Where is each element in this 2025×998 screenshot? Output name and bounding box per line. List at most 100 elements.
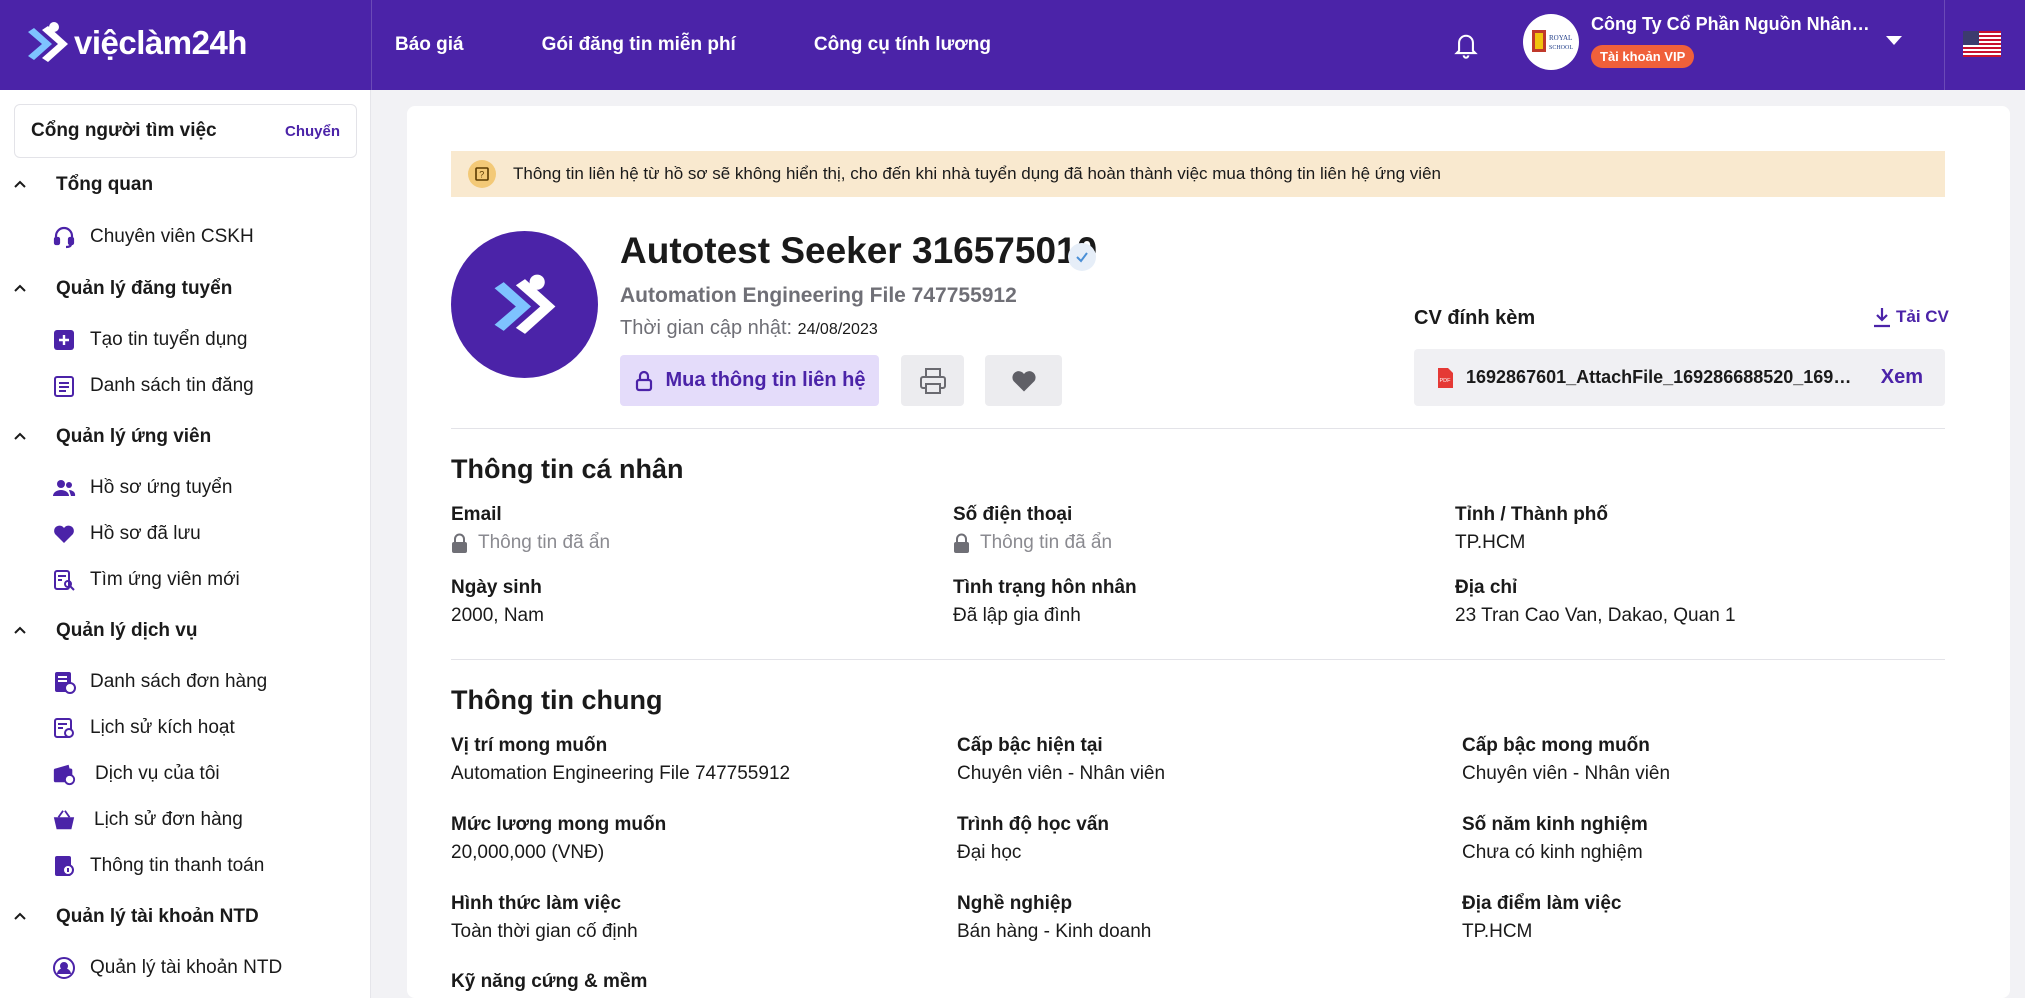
marital-value: Đã lập gia đình — [953, 605, 1081, 626]
sidebar-item-account-management[interactable]: Quản lý tài khoản NTD — [52, 956, 282, 980]
chevron-up-icon — [14, 432, 26, 440]
bell-icon[interactable] — [1452, 30, 1480, 65]
svg-text:?: ? — [479, 170, 484, 180]
field-label: Cấp bậc hiện tại — [957, 735, 1103, 756]
chevron-up-icon — [14, 180, 26, 188]
notice-text: Thông tin liên hệ từ hồ sơ sẽ không hiển… — [513, 164, 1441, 183]
us-flag-icon[interactable] — [1963, 31, 2001, 57]
header-divider — [1944, 0, 1945, 90]
download-cv-button[interactable]: Tải CV — [1872, 306, 1949, 328]
history-icon — [52, 716, 76, 740]
verified-check-icon — [1068, 243, 1096, 271]
company-name[interactable]: Công Ty Cổ Phần Nguồn Nhân Lực Royal — [1591, 14, 1871, 35]
header-divider — [371, 0, 372, 90]
portal-switch-link[interactable]: Chuyển — [285, 123, 340, 140]
field-value: Đại học — [957, 842, 1022, 863]
chevron-down-icon[interactable] — [1886, 36, 1902, 45]
sidebar-item-label: Tạo tin tuyển dụng — [90, 329, 248, 350]
hidden-text: Thông tin đã ẩn — [980, 532, 1113, 553]
sidebar-item-order-history[interactable]: Lịch sử đơn hàng — [52, 808, 243, 832]
sidebar-item-label: Chuyên viên CSKH — [90, 226, 254, 247]
question-icon: ? — [468, 160, 496, 188]
field-label: Hình thức làm việc — [451, 893, 622, 914]
sidebar-section-services[interactable]: Quản lý dịch vụ — [14, 620, 197, 642]
wallet-icon — [52, 762, 76, 786]
top-header: việclàm24h Báo giá Gói đăng tin miễn phí… — [0, 0, 2025, 90]
section-label: Quản lý ứng viên — [56, 426, 212, 447]
sidebar-item-orders[interactable]: Danh sách đơn hàng — [52, 670, 267, 694]
sidebar-item-saved[interactable]: Hồ sơ đã lưu — [52, 522, 201, 546]
hidden-text: Thông tin đã ẩn — [478, 532, 611, 553]
buy-contact-label: Mua thông tin liên hệ — [665, 369, 866, 391]
field-value: Bán hàng - Kinh doanh — [957, 921, 1152, 942]
general-info-title: Thông tin chung — [451, 685, 663, 715]
sidebar-section-candidates[interactable]: Quản lý ứng viên — [14, 426, 211, 448]
view-cv-link[interactable]: Xem — [1881, 366, 1923, 389]
candidate-job-title: Automation Engineering File 747755912 — [620, 284, 1017, 307]
candidate-avatar — [451, 231, 598, 378]
sidebar-item-label: Lịch sử kích hoạt — [90, 717, 235, 738]
skills-label: Kỹ năng cứng & mềm — [451, 971, 648, 992]
address-label: Địa chỉ — [1455, 577, 1518, 598]
lock-icon — [954, 533, 969, 553]
lock-icon — [452, 533, 467, 553]
field-label: Nghề nghiệp — [957, 893, 1073, 914]
nav-free-posting[interactable]: Gói đăng tin miễn phí — [542, 34, 736, 56]
svg-text:SCHOOL: SCHOOL — [1549, 45, 1573, 51]
dob-value: 2000, Nam — [451, 605, 544, 626]
field-value: Chưa có kinh nghiệm — [1462, 842, 1643, 863]
sidebar-item-label: Danh sách đơn hàng — [90, 671, 268, 692]
basket-icon — [52, 808, 76, 832]
chevron-up-icon — [14, 912, 26, 920]
updated-label: Thời gian cập nhật: — [620, 317, 793, 339]
svg-text:ROYAL: ROYAL — [1549, 34, 1572, 42]
field-value: Chuyên viên - Nhân viên — [1462, 763, 1671, 784]
sidebar-item-activation-history[interactable]: Lịch sử kích hoạt — [52, 716, 235, 740]
candidate-name: Autotest Seeker 316575010 — [620, 230, 1098, 271]
field-value: Automation Engineering File 747755912 — [451, 763, 791, 784]
address-value: 23 Tran Cao Van, Dakao, Quan 1 — [1455, 605, 1736, 626]
company-avatar[interactable]: ROYAL SCHOOL — [1523, 14, 1579, 70]
sidebar-item-payment-info[interactable]: Thông tin thanh toán — [52, 854, 264, 878]
portal-label: Cổng người tìm việc — [31, 120, 217, 141]
site-logo[interactable]: việclàm24h — [26, 20, 247, 66]
contact-notice: ? Thông tin liên hệ từ hồ sơ sẽ không hi… — [451, 151, 1945, 197]
sidebar-item-applications[interactable]: Hồ sơ ứng tuyển — [52, 476, 232, 500]
logo-icon — [494, 274, 555, 334]
nav-salary-tool[interactable]: Công cụ tính lương — [814, 34, 991, 56]
cv-attached-label: CV đính kèm — [1414, 307, 1536, 329]
logo-text: việclàm24h — [74, 24, 247, 61]
search-document-icon — [52, 568, 76, 592]
print-button[interactable] — [901, 355, 964, 406]
dob-label: Ngày sinh — [451, 577, 542, 598]
sidebar-item-label: Dịch vụ của tôi — [95, 763, 220, 784]
sidebar-item-create-job[interactable]: Tạo tin tuyển dụng — [52, 328, 247, 352]
field-label: Vị trí mong muốn — [451, 735, 608, 756]
sidebar-item-cs-specialist[interactable]: Chuyên viên CSKH — [52, 225, 254, 249]
sidebar-item-find-candidates[interactable]: Tìm ứng viên mới — [52, 568, 240, 592]
buy-contact-button[interactable]: Mua thông tin liên hệ — [620, 355, 879, 406]
save-candidate-button[interactable] — [985, 355, 1062, 406]
field-label: Mức lương mong muốn — [451, 814, 667, 835]
logo-icon — [28, 22, 68, 62]
sidebar-item-label: Quản lý tài khoản NTD — [90, 957, 283, 978]
download-icon — [1874, 308, 1890, 328]
lock-icon — [635, 370, 652, 391]
section-label: Quản lý đăng tuyển — [56, 278, 233, 299]
sidebar-section-account[interactable]: Quản lý tài khoản NTD — [14, 906, 259, 928]
sidebar-section-posting[interactable]: Quản lý đăng tuyển — [14, 278, 232, 300]
field-label: Cấp bậc mong muốn — [1462, 735, 1650, 756]
chevron-up-icon — [14, 626, 26, 634]
nav-pricing[interactable]: Báo giá — [395, 34, 464, 56]
sidebar-item-my-services[interactable]: Dịch vụ của tôi — [52, 762, 220, 786]
sidebar: Cổng người tìm việc Chuyển Tổng quan Chu… — [0, 90, 371, 998]
email-value: Thông tin đã ẩn — [451, 532, 610, 554]
field-value: Toàn thời gian cố định — [451, 921, 638, 942]
phone-label: Số điện thoại — [953, 504, 1073, 525]
sidebar-section-overview[interactable]: Tổng quan — [14, 174, 153, 196]
pdf-icon: PDF — [1438, 367, 1453, 388]
sidebar-item-label: Thông tin thanh toán — [90, 855, 265, 876]
heart-icon — [52, 522, 76, 546]
printer-icon — [919, 367, 946, 394]
sidebar-item-job-list[interactable]: Danh sách tin đăng — [52, 374, 254, 398]
